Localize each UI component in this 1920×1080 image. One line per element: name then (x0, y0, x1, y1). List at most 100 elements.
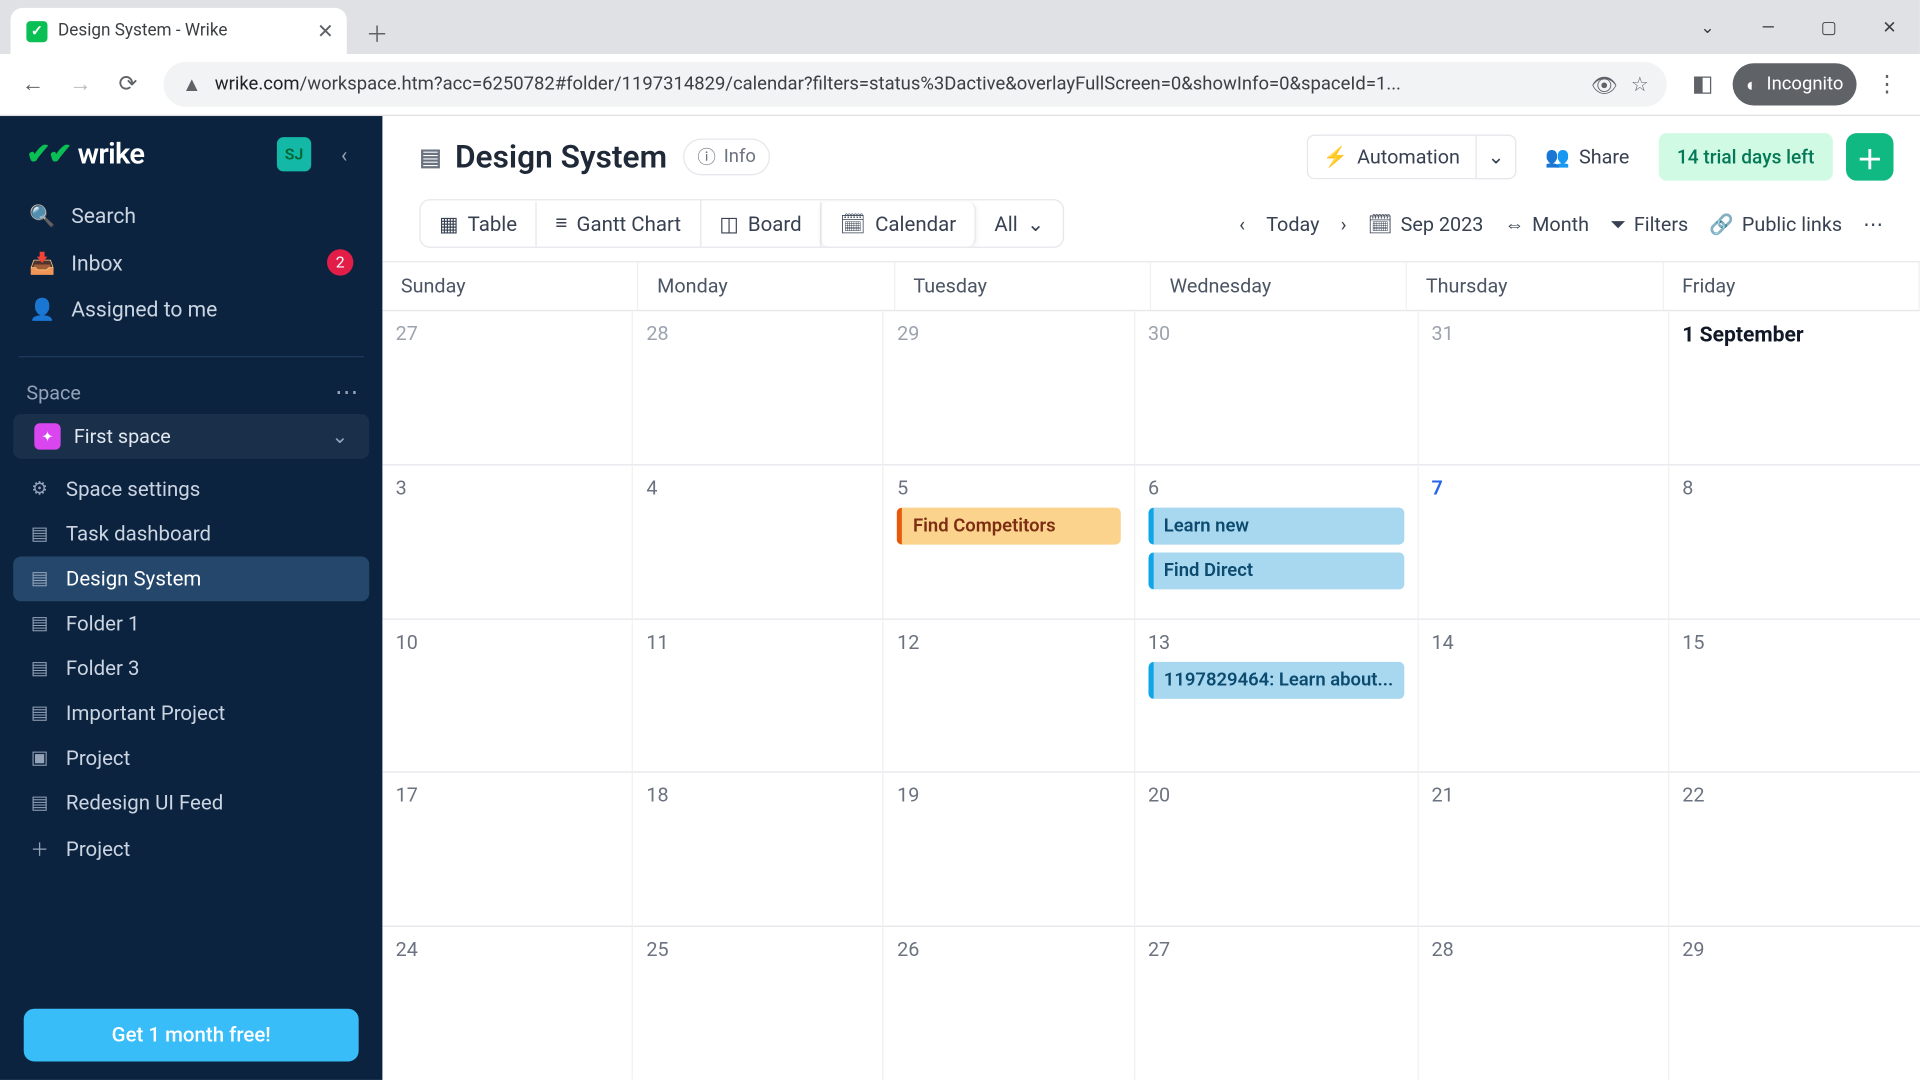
calendar-icon: 🗓 (1368, 212, 1393, 236)
calendar-cell[interactable]: 21 (1418, 772, 1669, 926)
space-selector[interactable]: ✦ First space ⌄ (13, 414, 369, 459)
menu-icon[interactable]: ⋮ (1865, 62, 1910, 107)
calendar-cell[interactable]: 24 (382, 926, 633, 1080)
calendar-cell[interactable]: 27 (382, 310, 633, 464)
share-button[interactable]: 👥Share (1529, 134, 1645, 179)
view-tab-board[interactable]: ◫Board (701, 201, 822, 246)
add-button[interactable]: ＋ (1846, 133, 1893, 180)
folder-icon: ▤ (29, 792, 50, 813)
calendar-cell[interactable]: 15 (1669, 618, 1920, 772)
maximize-icon[interactable]: ▢ (1799, 1, 1860, 54)
calendar-cell[interactable]: 1 September (1669, 310, 1920, 464)
date-number: 27 (396, 322, 619, 346)
period-picker[interactable]: 🗓Sep 2023 (1368, 212, 1484, 236)
view-tab-calendar[interactable]: 🗓Calendar (821, 201, 976, 246)
new-tab-button[interactable]: ＋ (357, 12, 397, 52)
date-number: 25 (646, 938, 869, 962)
calendar-cell[interactable]: 31 (1418, 310, 1669, 464)
info-button[interactable]: ⓘ Info (683, 138, 771, 175)
filters-button[interactable]: ⏷Filters (1610, 212, 1688, 236)
day-header: Thursday (1407, 262, 1663, 309)
calendar-cell[interactable]: 11 (633, 618, 884, 772)
collapse-sidebar-icon[interactable]: ‹ (324, 134, 364, 174)
tree-item-folder-1[interactable]: ▤Folder 1 (13, 601, 369, 646)
calendar-cell[interactable]: 18 (633, 772, 884, 926)
incognito-chip[interactable]: ◐Incognito (1733, 63, 1857, 105)
promo-button[interactable]: Get 1 month free! (24, 1009, 359, 1062)
calendar-cell[interactable]: 5Find Competitors (884, 464, 1135, 618)
prev-period-button[interactable]: ‹ (1239, 212, 1245, 236)
sidebar-item-search[interactable]: 🔍Search (13, 193, 369, 239)
tree-item-redesign-ui-feed[interactable]: ▤Redesign UI Feed (13, 781, 369, 826)
reload-button[interactable]: ⟳ (105, 62, 150, 107)
avatar[interactable]: SJ (277, 137, 311, 171)
view-tab-gantt-chart[interactable]: ≡Gantt Chart (537, 200, 701, 246)
calendar-event[interactable]: Find Competitors (897, 507, 1120, 544)
cal-icon: 🗓 (840, 212, 866, 236)
tree-item-project[interactable]: ▣Project (13, 736, 369, 781)
tree-item-task-dashboard[interactable]: ▤Task dashboard (13, 512, 369, 557)
browser-tab[interactable]: ✓ Design System - Wrike ✕ (11, 8, 347, 54)
calendar-cell[interactable]: 30 (1135, 310, 1419, 464)
date-number: 31 (1431, 322, 1654, 346)
calendar-cell[interactable]: 19 (884, 772, 1135, 926)
close-window-icon[interactable]: ✕ (1859, 1, 1920, 54)
next-period-button[interactable]: › (1341, 212, 1347, 236)
calendar-event[interactable]: Find Direct (1148, 552, 1404, 589)
automation-menu[interactable]: ⌄ (1476, 134, 1516, 179)
tree-item-project[interactable]: ＋Project (13, 825, 369, 872)
calendar-cell[interactable]: 27 (1135, 926, 1419, 1080)
calendar-cell[interactable]: 12 (884, 618, 1135, 772)
calendar-cell[interactable]: 3 (382, 464, 633, 618)
minimize-icon[interactable]: ― (1738, 1, 1799, 54)
address-bar[interactable]: ▲ wrike.com/workspace.htm?acc=6250782#fo… (164, 62, 1668, 107)
calendar-cell[interactable]: 131197829464: Learn about... (1135, 618, 1419, 772)
today-button[interactable]: Today (1266, 212, 1319, 236)
date-number: 29 (897, 322, 1120, 346)
extensions-icon[interactable]: ◧ (1680, 62, 1725, 107)
tree-item-space-settings[interactable]: ⚙Space settings (13, 467, 369, 512)
tree-item-important-project[interactable]: ▤Important Project (13, 691, 369, 736)
public-links-button[interactable]: 🔗Public links (1709, 212, 1842, 236)
more-icon[interactable]: ⋯ (335, 378, 359, 406)
trial-badge[interactable]: 14 trial days left (1658, 133, 1832, 180)
eye-off-icon[interactable]: 👁 (1591, 72, 1618, 97)
calendar-cell[interactable]: 28 (1418, 926, 1669, 1080)
calendar-cell[interactable]: 17 (382, 772, 633, 926)
proj-icon: ▣ (29, 748, 50, 769)
automation-button[interactable]: ⚡Automation (1306, 134, 1476, 179)
calendar-cell[interactable]: 25 (633, 926, 884, 1080)
back-button[interactable]: ← (11, 62, 56, 107)
calendar-cell[interactable]: 28 (633, 310, 884, 464)
wrike-logo[interactable]: ✔✔ wrike (26, 138, 144, 171)
range-picker[interactable]: ⇔Month (1504, 212, 1589, 236)
calendar-cell[interactable]: 29 (884, 310, 1135, 464)
calendar-cell[interactable]: 6Learn newFind Direct (1135, 464, 1419, 618)
folder-icon: ▤ (419, 143, 441, 171)
tree-item-folder-3[interactable]: ▤Folder 3 (13, 646, 369, 691)
calendar-cell[interactable]: 26 (884, 926, 1135, 1080)
calendar-cell[interactable]: 14 (1418, 618, 1669, 772)
view-tab-all[interactable]: All ⌄ (976, 201, 1063, 246)
calendar-event[interactable]: 1197829464: Learn about... (1148, 661, 1404, 698)
browser-toolbar: ← → ⟳ ▲ wrike.com/workspace.htm?acc=6250… (0, 54, 1920, 116)
more-icon[interactable]: ⋯ (1863, 212, 1883, 236)
sidebar-item-inbox[interactable]: 📥Inbox2 (13, 239, 369, 286)
calendar-cell[interactable]: 22 (1669, 772, 1920, 926)
close-icon[interactable]: ✕ (317, 19, 334, 43)
date-number: 22 (1682, 784, 1906, 808)
chevron-down-icon[interactable]: ⌄ (1677, 1, 1738, 54)
calendar-cell[interactable]: 8 (1669, 464, 1920, 618)
sidebar-item-assigned-to-me[interactable]: 👤Assigned to me (13, 286, 369, 332)
star-icon[interactable]: ☆ (1631, 73, 1649, 97)
calendar-cell[interactable]: 20 (1135, 772, 1419, 926)
forward-button: → (58, 62, 103, 107)
view-tab-table[interactable]: ▦Table (421, 201, 537, 246)
calendar-cell[interactable]: 7 (1418, 464, 1669, 618)
date-number: 11 (646, 630, 869, 654)
calendar-cell[interactable]: 29 (1669, 926, 1920, 1080)
tree-item-design-system[interactable]: ▤Design System (13, 556, 369, 601)
calendar-cell[interactable]: 10 (382, 618, 633, 772)
calendar-event[interactable]: Learn new (1148, 507, 1404, 544)
calendar-cell[interactable]: 4 (633, 464, 884, 618)
